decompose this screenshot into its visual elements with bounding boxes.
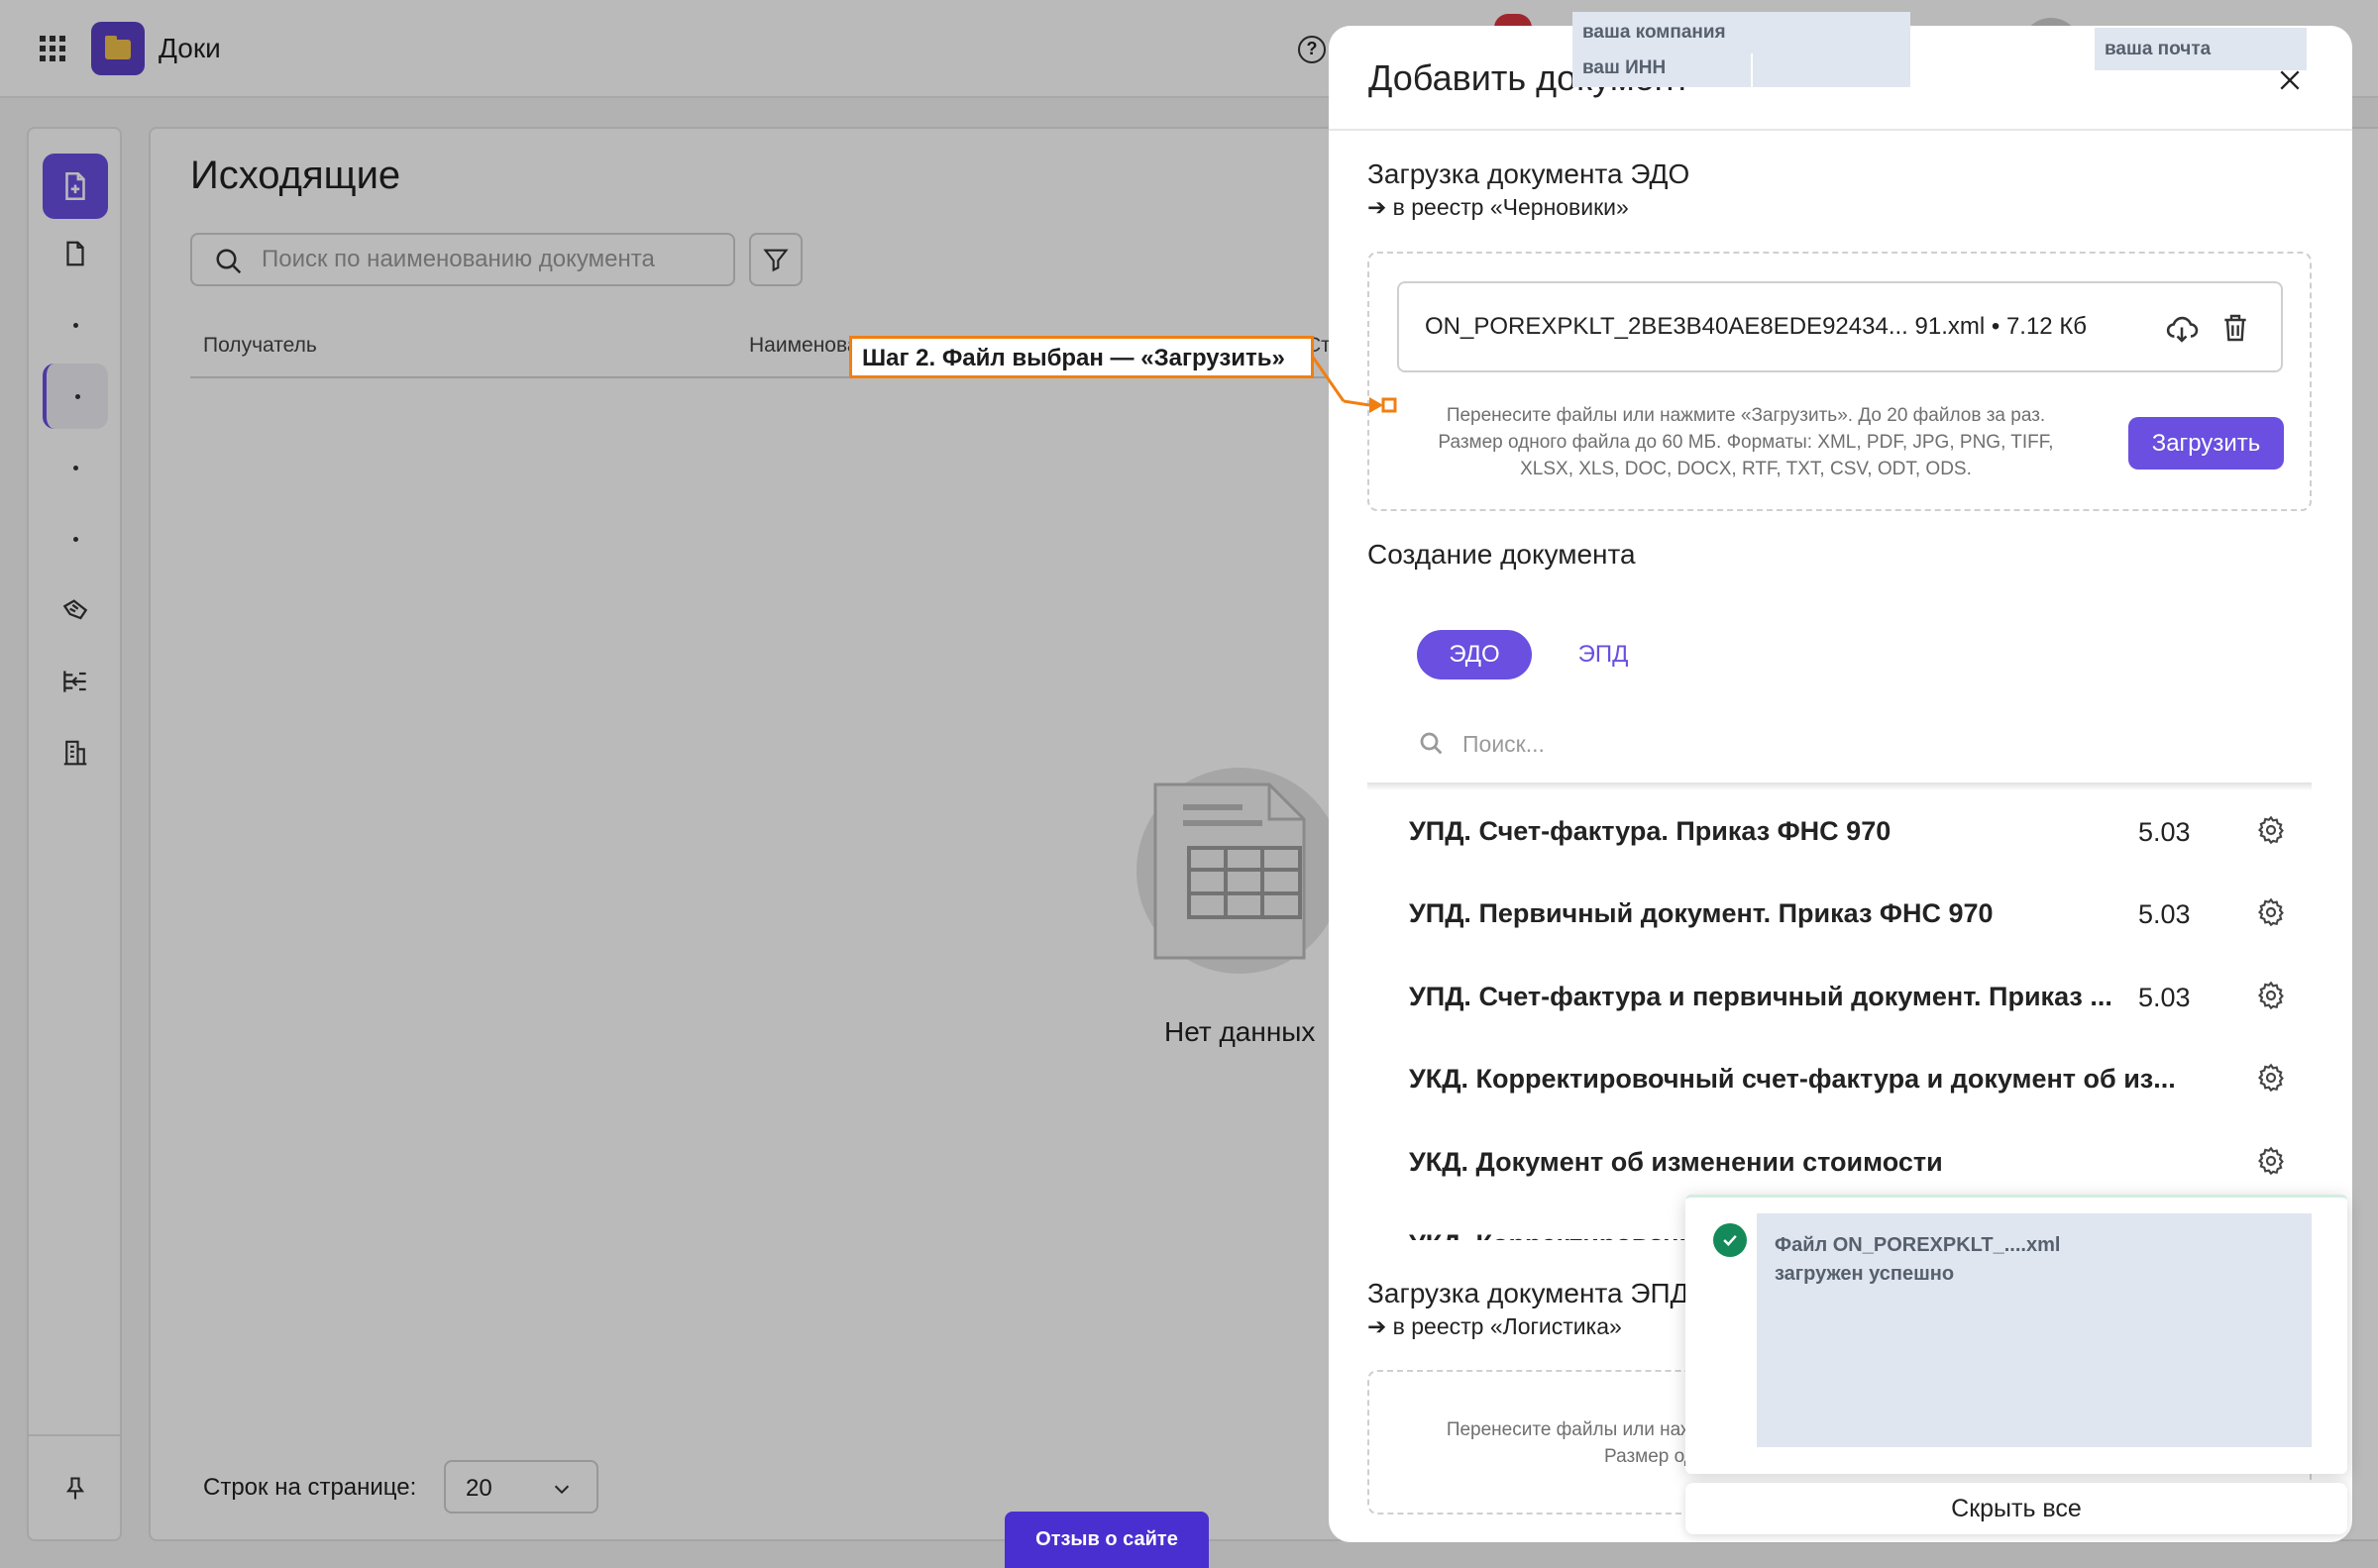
edo-upload-subtitle: ➔ в реестр «Черновики» xyxy=(1367,194,1629,220)
list-item[interactable]: УПД. Первичный документ. Приказ ФНС 970 … xyxy=(1367,873,2312,955)
epd-upload-subtitle: ➔ в реестр «Логистика» xyxy=(1367,1313,1622,1339)
gear-icon[interactable] xyxy=(2255,1145,2287,1177)
toast-message: Файл ON_POREXPKLT_....xml загружен успеш… xyxy=(1757,1213,2312,1447)
company-mask-label: ваша компания xyxy=(1582,22,1726,43)
company-mask: ваша компания ваш ИНН xyxy=(1572,12,1910,87)
search-icon xyxy=(1420,732,1443,755)
edo-upload-title: Загрузка документа ЭДО xyxy=(1367,158,1690,189)
email-mask: ваша почта xyxy=(2095,28,2307,70)
callout-arrow xyxy=(1310,355,1397,413)
inn-mask-label: ваш ИНН xyxy=(1582,57,1667,78)
file-name: ON_POREXPKLT_2BE3B40AE8EDE92434... 91.xm… xyxy=(1425,313,2088,340)
gear-icon[interactable] xyxy=(2255,1062,2287,1094)
delete-file-button[interactable] xyxy=(2219,311,2251,350)
step-callout: Шаг 2. Файл выбран — «Загрузить» xyxy=(849,336,1314,378)
hide-all-button[interactable]: Скрыть все xyxy=(1685,1483,2347,1534)
document-type-list: УПД. Счет-фактура. Приказ ФНС 970 5.03 У… xyxy=(1367,790,2312,1240)
check-circle-icon xyxy=(1713,1223,1747,1257)
file-size: 7.12 Кб xyxy=(2005,313,2088,340)
selected-file-row: ON_POREXPKLT_2BE3B40AE8EDE92434... 91.xm… xyxy=(1397,281,2283,372)
download-file-button[interactable] xyxy=(2164,311,2200,352)
download-cloud-icon xyxy=(2166,316,2199,343)
list-item[interactable]: УПД. Счет-фактура. Приказ ФНС 970 5.03 xyxy=(1367,790,2312,873)
epd-upload-title: Загрузка документа ЭПД xyxy=(1367,1278,1689,1308)
list-top-shadow xyxy=(1367,783,2312,790)
close-icon xyxy=(2280,70,2300,90)
gear-icon[interactable] xyxy=(2255,980,2287,1011)
list-item[interactable]: УКД. Корректировочный счет-фактура и док… xyxy=(1367,1038,2312,1120)
list-item[interactable]: УКД. Документ об изменении стоимости xyxy=(1367,1121,2312,1203)
upload-button[interactable]: Загрузить xyxy=(2128,417,2284,470)
list-item[interactable]: УПД. Счет-фактура и первичный документ. … xyxy=(1367,956,2312,1038)
tab-epd[interactable]: ЭПД xyxy=(1562,630,1645,679)
edo-drop-hint: Перенесите файлы или нажмите «Загрузить»… xyxy=(1438,405,2054,479)
feedback-button[interactable]: Отзыв о сайте xyxy=(1005,1512,1209,1568)
gear-icon[interactable] xyxy=(2255,896,2287,928)
trash-icon xyxy=(2224,314,2246,342)
document-type-search-input[interactable] xyxy=(1462,727,1958,761)
email-mask-label: ваша почта xyxy=(2105,39,2212,59)
success-toast: Файл ON_POREXPKLT_....xml загружен успеш… xyxy=(1685,1195,2347,1474)
gear-icon[interactable] xyxy=(2255,814,2287,846)
create-document-title: Создание документа xyxy=(1367,539,1636,570)
tab-edo[interactable]: ЭДО xyxy=(1417,630,1532,679)
